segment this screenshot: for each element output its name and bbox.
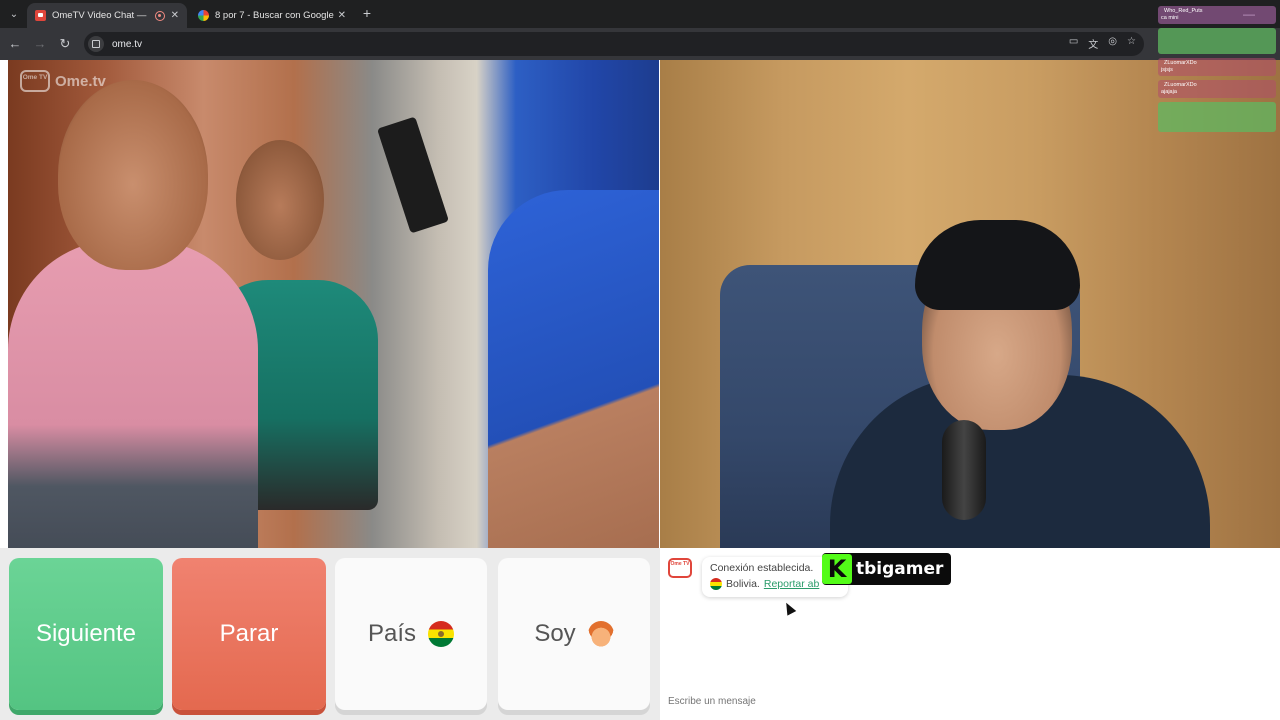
address-bar[interactable]: ome.tv ▭ 文 ◎ ☆ [84, 32, 1144, 56]
microphone [942, 420, 986, 520]
kick-logo-icon: K [822, 554, 852, 584]
overlay-text: ca mini [1161, 15, 1179, 21]
stranger-video [8, 60, 659, 548]
stop-button[interactable]: Parar [172, 558, 326, 710]
country-button[interactable]: País [335, 558, 487, 710]
partner-country: Bolivia. [726, 578, 760, 590]
video-object [376, 116, 450, 234]
mouse-cursor-icon [781, 600, 797, 616]
headphones [915, 220, 1080, 310]
overlay-username: ZLuomarXDo [1164, 60, 1197, 66]
eye-off-icon[interactable]: ◎ [1108, 36, 1117, 51]
streamer-name: tbigamer [856, 559, 944, 579]
video-person [488, 190, 659, 548]
back-button[interactable]: ← [6, 35, 24, 53]
stream-overlay-chat: Who_Red_Puts ca mini ZLuomarXDo jsjsjs Z… [1158, 6, 1276, 136]
video-person [58, 80, 208, 270]
recording-indicator-icon [154, 10, 165, 21]
ometv-logo-badge: Ome TV [20, 70, 50, 92]
streamer-badge: K tbigamer [822, 553, 952, 585]
gender-button[interactable]: Soy [498, 558, 650, 710]
tab-title: OmeTV Video Chat — Ome [52, 10, 149, 21]
overlay-text: ajajaja [1161, 89, 1177, 95]
connection-status: Conexión establecida. [710, 562, 814, 574]
boy-icon [587, 621, 614, 647]
browser-toolbar: ← → ↻ ome.tv ▭ 文 ◎ ☆ [0, 28, 1280, 60]
chat-panel: Ome TV Conexión establecida. Bolivia. Re… [660, 548, 1280, 720]
stop-button-label: Parar [219, 620, 279, 647]
video-person [8, 240, 258, 548]
ometv-logo-text: Ome.tv [55, 72, 106, 90]
country-button-label: País [367, 620, 417, 647]
overlay-message [1158, 28, 1276, 54]
overlay-username: Who_Red_Puts [1164, 8, 1203, 14]
overlay-message [1158, 102, 1276, 132]
close-tab-icon[interactable]: ✕ [171, 10, 179, 21]
report-abuse-link[interactable]: Reportar ab [764, 578, 819, 590]
ometv-favicon-icon [35, 10, 46, 21]
next-button-label: Siguiente [35, 620, 137, 647]
google-favicon-icon [198, 10, 209, 21]
bolivia-flag-icon [710, 578, 722, 590]
reload-button[interactable]: ↻ [56, 35, 74, 53]
overlay-text: jsjsjs [1161, 67, 1173, 73]
gender-button-label: Soy [534, 620, 576, 647]
star-icon[interactable]: ☆ [1127, 36, 1136, 51]
translate-icon[interactable]: 文 [1088, 36, 1098, 51]
url-text[interactable]: ome.tv [112, 39, 142, 50]
tab-ometv[interactable]: OmeTV Video Chat — Ome ✕ [27, 3, 187, 28]
browser-tab-bar: ⌄ OmeTV Video Chat — Ome ✕ 8 por 7 - Bus… [0, 0, 1280, 28]
message-input[interactable] [660, 688, 1280, 714]
video-person [236, 140, 324, 260]
address-bar-actions: ▭ 文 ◎ ☆ [1069, 36, 1136, 51]
overlay-message: ZLuomarXDo ajajaja [1158, 80, 1276, 98]
new-tab-button[interactable]: + [359, 5, 375, 21]
overlay-username: ZLuomarXDo [1164, 82, 1197, 88]
cast-icon[interactable]: ▭ [1069, 36, 1078, 51]
overlay-message: Who_Red_Puts ca mini [1158, 6, 1276, 24]
bolivia-flag-icon [428, 621, 455, 647]
tab-title: 8 por 7 - Buscar con Google [215, 10, 334, 21]
close-tab-icon[interactable]: ✕ [338, 10, 346, 21]
forward-button[interactable]: → [31, 35, 49, 53]
ometv-avatar-icon: Ome TV [668, 558, 692, 578]
tab-google-search[interactable]: 8 por 7 - Buscar con Google ✕ [190, 3, 354, 28]
ometv-logo: Ome TV Ome.tv [20, 70, 106, 92]
next-button[interactable]: Siguiente [9, 558, 163, 710]
tab-search-button[interactable]: ⌄ [5, 5, 23, 23]
control-panel: Siguiente Parar País Soy [0, 548, 660, 720]
site-info-icon[interactable] [88, 36, 104, 52]
overlay-message: ZLuomarXDo jsjsjs [1158, 58, 1276, 76]
